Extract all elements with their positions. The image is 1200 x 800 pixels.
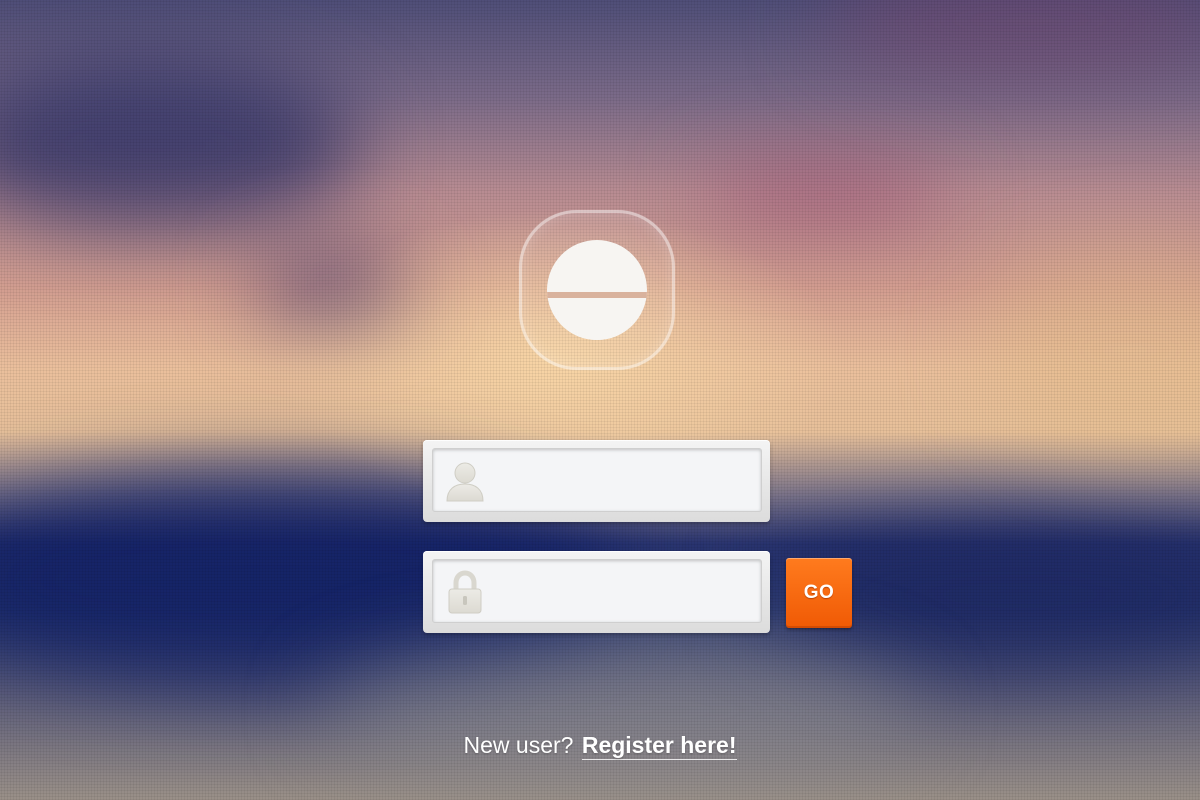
register-prompt: New user? Register here! [0, 732, 1200, 760]
password-field-inner [432, 559, 762, 624]
dot-pattern-overlay [0, 0, 1200, 800]
username-field-inner [432, 448, 762, 513]
logo-lower-face [553, 298, 641, 340]
username-field [423, 440, 770, 522]
register-prompt-text: New user? [463, 732, 574, 758]
username-input[interactable] [495, 449, 759, 513]
app-logo [519, 210, 675, 370]
lock-icon [448, 570, 482, 614]
user-icon [446, 462, 484, 502]
password-input[interactable] [495, 560, 759, 624]
smiley-face-icon [547, 240, 647, 340]
password-field [423, 551, 770, 633]
register-link[interactable]: Register here! [581, 732, 737, 760]
go-button[interactable]: GO [786, 558, 852, 628]
blurred-background [0, 0, 1200, 800]
